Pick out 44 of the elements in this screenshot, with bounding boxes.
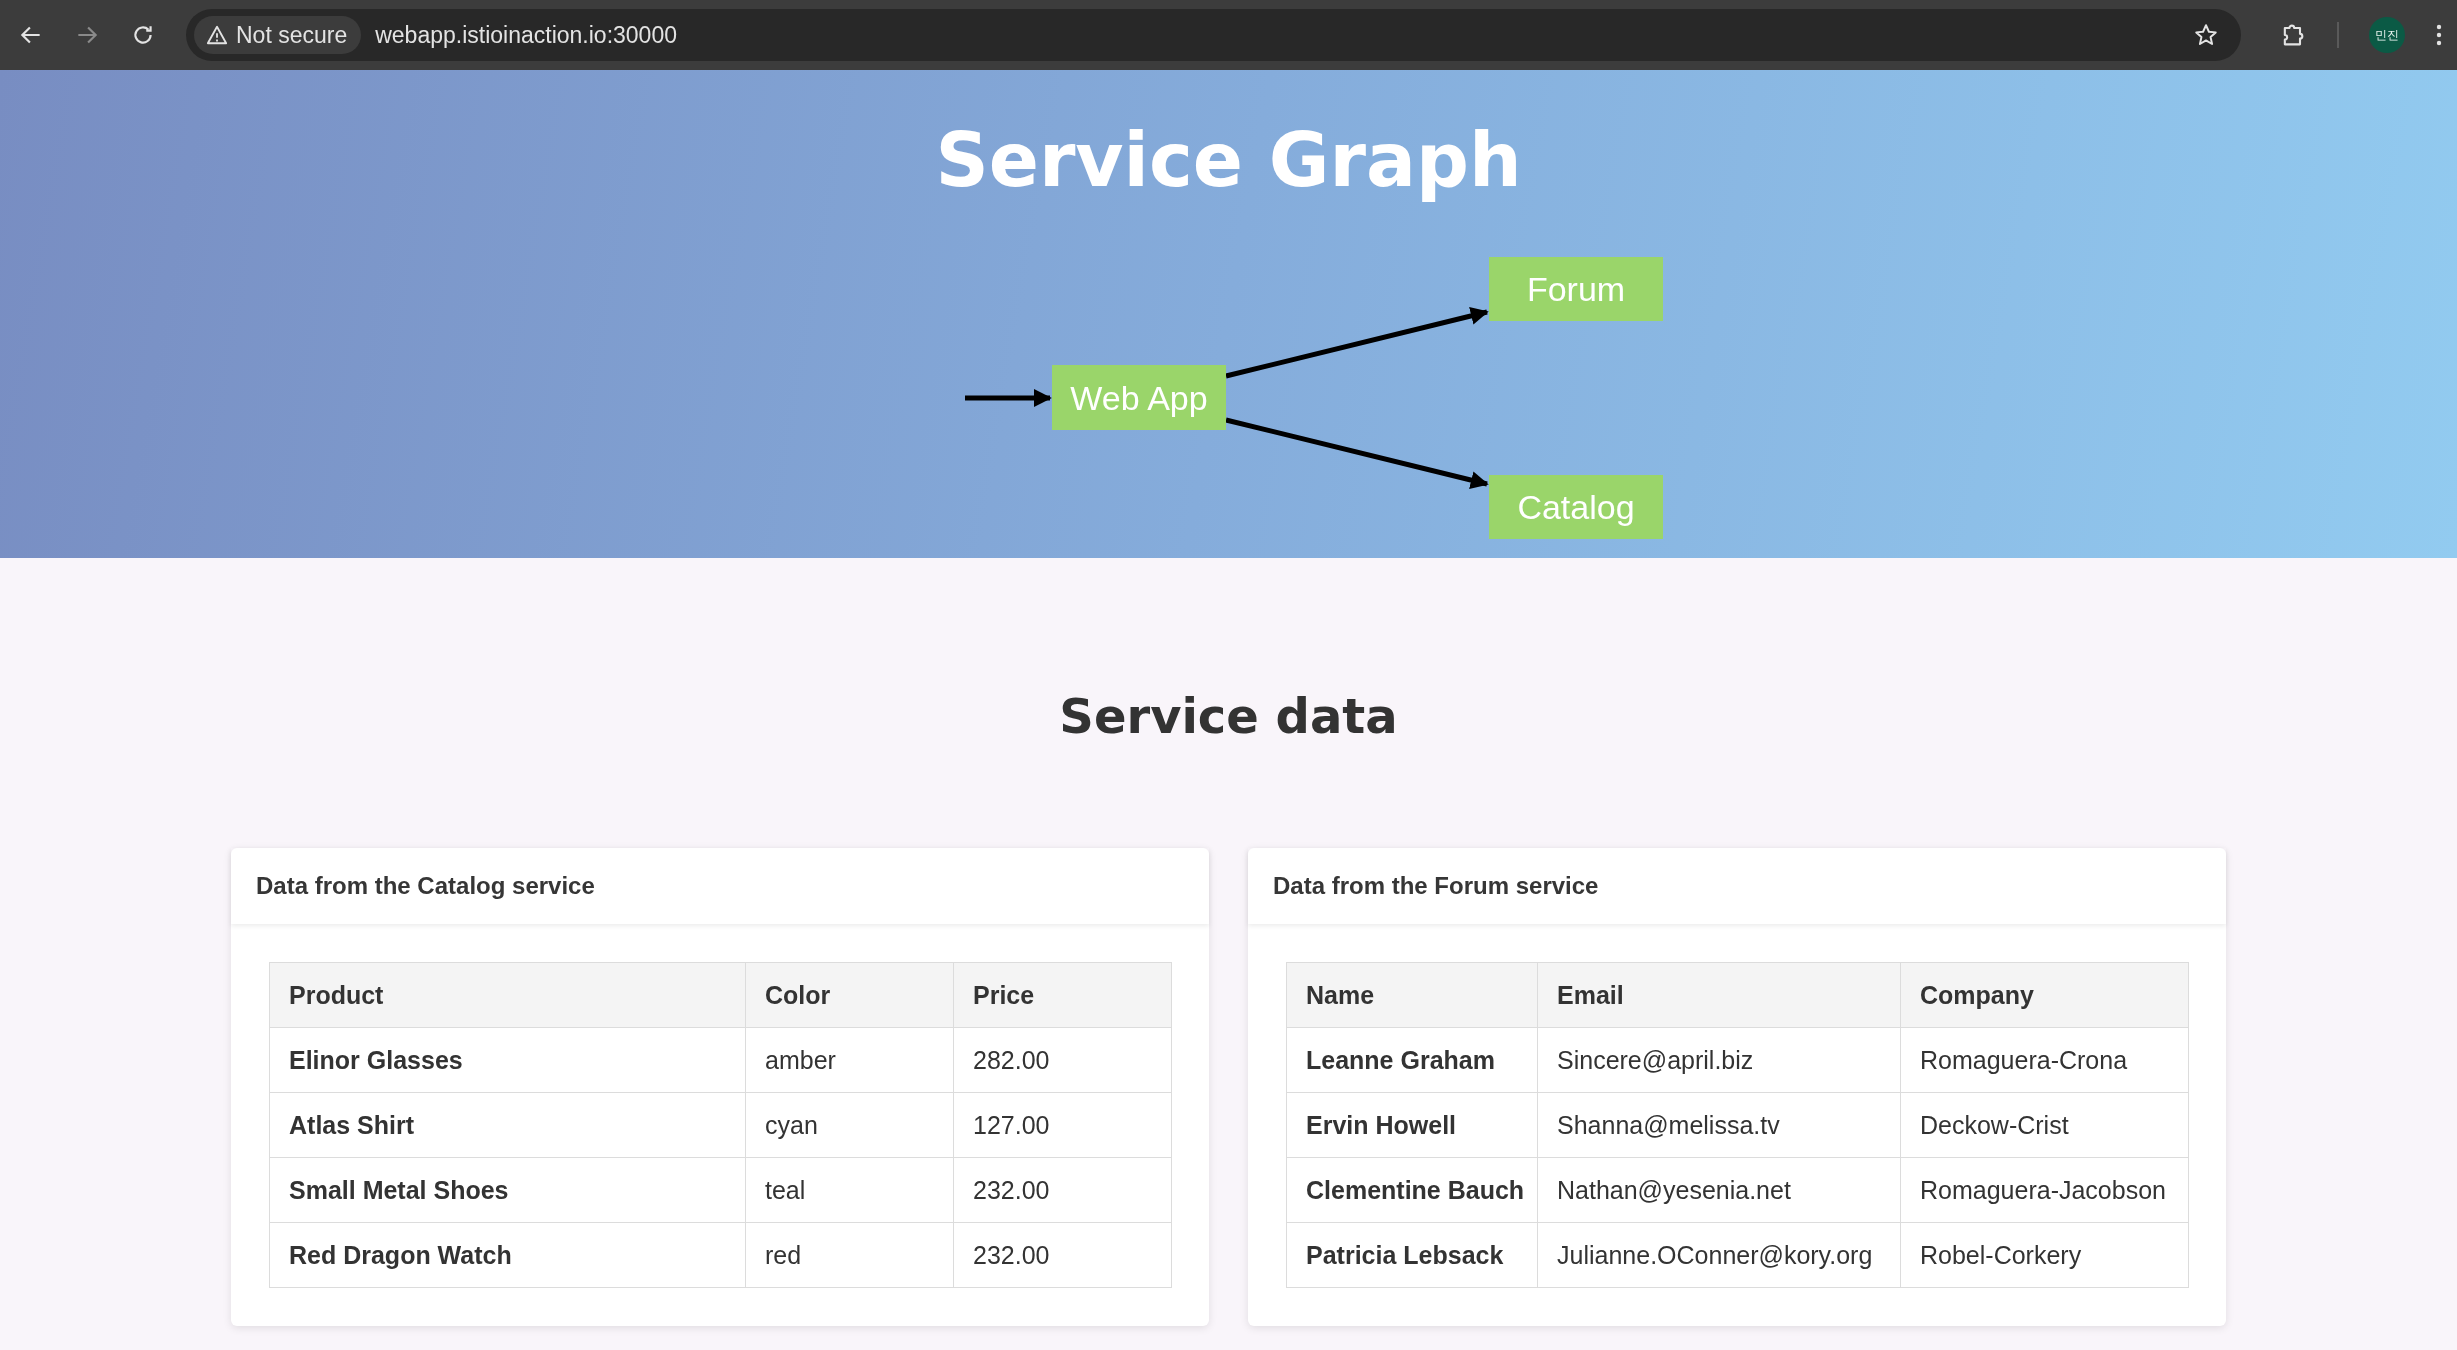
table-cell: Red Dragon Watch	[269, 1222, 746, 1288]
table-cell: Small Metal Shoes	[269, 1157, 746, 1223]
table-cell: Romaguera-Jacobson	[1900, 1157, 2189, 1223]
table-cell: Elinor Glasses	[269, 1027, 746, 1093]
table-cell: red	[745, 1222, 954, 1288]
menu-icon[interactable]	[2435, 22, 2443, 48]
table-cell: Julianne.OConner@kory.org	[1537, 1222, 1901, 1288]
table-cell: Atlas Shirt	[269, 1092, 746, 1158]
service-node: Web App	[1052, 365, 1226, 430]
column-header: Color	[745, 962, 954, 1028]
table-cell: Nathan@yesenia.net	[1537, 1157, 1901, 1223]
card-title: Data from the Forum service	[1273, 872, 1599, 900]
address-bar[interactable]: Not secure webapp.istioinaction.io:30000	[186, 9, 2241, 61]
column-header: Price	[953, 962, 1172, 1028]
card-title: Data from the Catalog service	[256, 872, 595, 900]
table-cell: cyan	[745, 1092, 954, 1158]
table-cell: Robel-Corkery	[1900, 1222, 2189, 1288]
table-cell: 282.00	[953, 1027, 1172, 1093]
hero-title: Service Graph	[935, 116, 1522, 205]
service-node: Catalog	[1489, 475, 1663, 539]
table-cell: teal	[745, 1157, 954, 1223]
table-cell: 232.00	[953, 1157, 1172, 1223]
url-text: webapp.istioinaction.io:30000	[375, 21, 678, 49]
table-cell: 127.00	[953, 1092, 1172, 1158]
column-header: Company	[1900, 962, 2189, 1028]
table-cell: Leanne Graham	[1286, 1027, 1538, 1093]
security-chip[interactable]: Not secure	[194, 16, 362, 54]
table-cell: Sincere@april.biz	[1537, 1027, 1901, 1093]
table-cell: amber	[745, 1027, 954, 1093]
table-cell: Patricia Lebsack	[1286, 1222, 1538, 1288]
table-cell: Shanna@melissa.tv	[1537, 1092, 1901, 1158]
table-cell: Romaguera-Crona	[1900, 1027, 2189, 1093]
warning-icon	[206, 24, 228, 46]
table-cell: Deckow-Crist	[1900, 1092, 2189, 1158]
section-title: Service data	[1059, 687, 1398, 746]
column-header: Name	[1286, 962, 1538, 1028]
table-cell: 232.00	[953, 1222, 1172, 1288]
service-node: Forum	[1489, 257, 1663, 321]
column-header: Product	[269, 962, 746, 1028]
column-header: Email	[1537, 962, 1901, 1028]
star-icon[interactable]	[2193, 22, 2219, 48]
profile-avatar[interactable]: 민진	[2369, 17, 2405, 53]
table-cell: Clementine Bauch	[1286, 1157, 1538, 1223]
table-cell: Ervin Howell	[1286, 1092, 1538, 1158]
